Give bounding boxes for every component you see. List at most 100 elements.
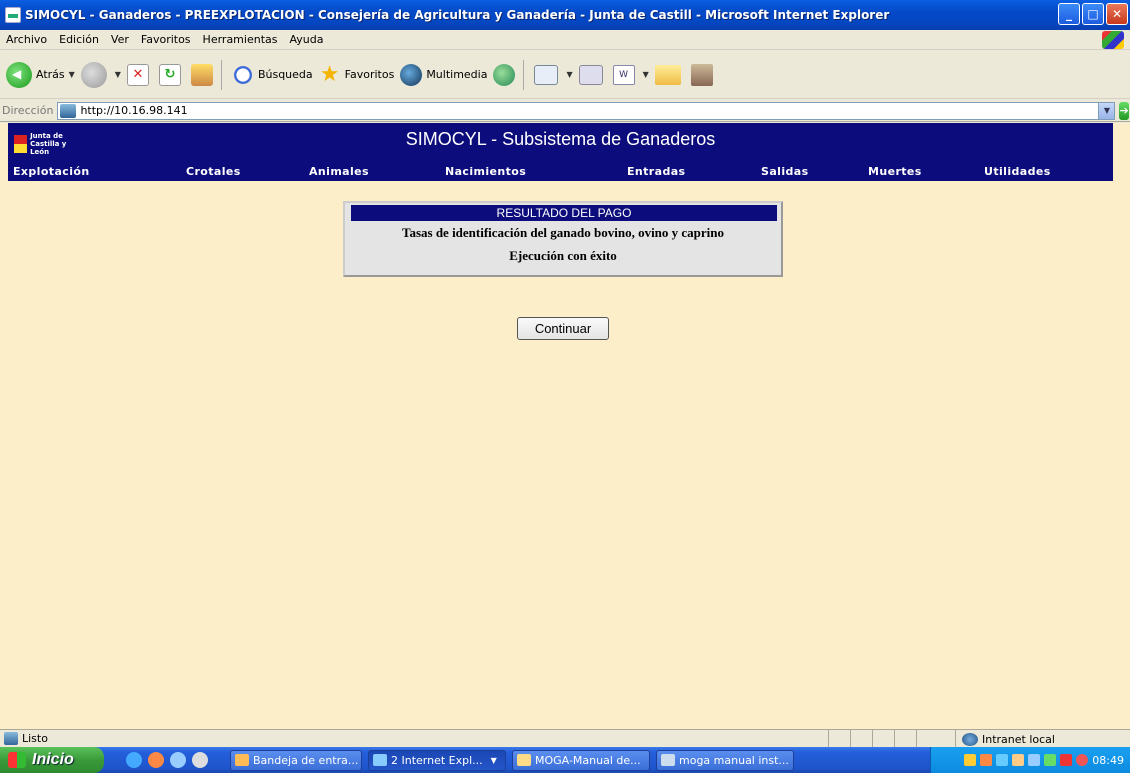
stop-button[interactable]: ✕ — [126, 63, 153, 86]
forward-button[interactable]: ▼ — [80, 61, 121, 88]
start-button[interactable]: Inicio — [0, 747, 104, 773]
history-button[interactable] — [493, 63, 519, 86]
app-title: SIMOCYL - Subsistema de Ganaderos — [405, 129, 716, 149]
page-content: Junta de Castilla y León SIMOCYL - Subsi… — [0, 123, 1130, 729]
task-moga-manual[interactable]: MOGA-Manual de... — [512, 749, 650, 771]
result-panel: RESULTADO DEL PAGO Tasas de identificaci… — [343, 201, 783, 277]
app-header: Junta de Castilla y León SIMOCYL - Subsi… — [8, 123, 1113, 181]
nav-entradas[interactable]: Entradas — [627, 165, 686, 178]
favorites-label: Favoritos — [344, 68, 395, 81]
security-tray-icon[interactable] — [1076, 754, 1089, 766]
chevron-down-icon[interactable]: ▼ — [1098, 102, 1115, 119]
favorites-button[interactable]: ★ Favoritos — [319, 62, 395, 88]
toolbar-separator — [220, 59, 222, 90]
mail-tray-icon[interactable] — [964, 754, 977, 766]
mail-button[interactable]: ▼ — [534, 64, 573, 85]
refresh-icon: ↻ — [158, 63, 181, 86]
continue-button[interactable]: Continuar — [517, 317, 609, 340]
monitor-tray-icon[interactable] — [1028, 754, 1041, 766]
media-quicklaunch-icon[interactable] — [192, 752, 208, 768]
status-bar: Listo Intranet local — [0, 729, 1130, 748]
folder-icon — [654, 64, 681, 85]
document-icon — [661, 754, 675, 766]
address-url: http://10.16.98.141 — [80, 104, 188, 117]
clock-tray-icon[interactable] — [980, 754, 993, 766]
printer-icon — [578, 64, 603, 85]
status-cell — [850, 730, 872, 748]
toolbar: Atrás ▼ ▼ ✕ ↻ Búsqueda ★ Favoritos Multi… — [0, 51, 1130, 99]
address-bar: Dirección http://10.16.98.141 ▼ ➔ Ir — [0, 100, 1130, 122]
network-tray-icon[interactable] — [996, 754, 1009, 766]
task-label: MOGA-Manual de... — [535, 753, 641, 767]
security-zone: Intranet local — [955, 730, 1130, 748]
toolbar-separator — [523, 59, 525, 90]
home-button[interactable] — [190, 63, 217, 86]
result-heading: RESULTADO DEL PAGO — [351, 205, 777, 221]
back-label: Atrás — [36, 68, 65, 81]
menu-ver[interactable]: Ver — [105, 33, 135, 46]
nav-utilidades[interactable]: Utilidades — [984, 165, 1051, 178]
menu-archivo[interactable]: Archivo — [0, 33, 53, 46]
edit-button[interactable]: W ▼ — [612, 64, 649, 85]
taskbar: Inicio Bandeja de entra... 2 Internet Ex… — [0, 747, 1130, 773]
home-icon — [190, 63, 213, 86]
chevron-down-icon[interactable]: ▼ — [566, 70, 572, 79]
window-title: SIMOCYL - Ganaderos - PREEXPLOTACION - C… — [25, 8, 890, 22]
media-button[interactable]: Multimedia — [400, 63, 487, 86]
address-input[interactable]: http://10.16.98.141 ▼ — [57, 101, 1116, 120]
status-cell — [916, 730, 938, 748]
chevron-down-icon: ▼ — [490, 755, 497, 765]
refresh-button[interactable]: ↻ — [158, 63, 185, 86]
update-tray-icon[interactable] — [1044, 754, 1057, 766]
task-internet-explorer[interactable]: 2 Internet Expl... ▼ — [368, 749, 506, 771]
windows-flag-icon — [8, 752, 26, 768]
menu-favoritos[interactable]: Favoritos — [135, 33, 197, 46]
chevron-down-icon[interactable]: ▼ — [643, 70, 649, 79]
ie-icon — [5, 7, 21, 23]
result-status: Ejecución con éxito — [509, 248, 617, 263]
nav-crotales[interactable]: Crotales — [186, 165, 241, 178]
folder-icon — [517, 754, 531, 766]
zone-label: Intranet local — [982, 732, 1055, 746]
nav-animales[interactable]: Animales — [309, 165, 369, 178]
status-cell — [872, 730, 894, 748]
ie-icon — [373, 754, 387, 766]
tools-button[interactable] — [690, 63, 717, 86]
chevron-down-icon[interactable]: ▼ — [115, 70, 121, 79]
history-icon — [493, 63, 516, 86]
ie-quicklaunch-icon[interactable] — [126, 752, 142, 768]
antivirus-tray-icon[interactable] — [1060, 754, 1073, 766]
stop-icon: ✕ — [126, 63, 149, 86]
start-label: Inicio — [32, 751, 74, 768]
quick-launch — [126, 752, 208, 768]
minimize-button[interactable]: _ — [1058, 3, 1080, 25]
sound-tray-icon[interactable] — [1012, 754, 1025, 766]
search-button[interactable]: Búsqueda — [231, 63, 313, 86]
folder-button[interactable] — [654, 64, 685, 85]
menu-edicion[interactable]: Edición — [53, 33, 105, 46]
nav-nacimientos[interactable]: Nacimientos — [445, 165, 526, 178]
research-icon — [690, 63, 713, 86]
task-bandeja[interactable]: Bandeja de entra... — [230, 749, 362, 771]
nav-muertes[interactable]: Muertes — [868, 165, 922, 178]
system-tray: 08:49 — [930, 747, 1130, 773]
title-bar: SIMOCYL - Ganaderos - PREEXPLOTACION - C… — [0, 0, 1130, 30]
desktop-quicklaunch-icon[interactable] — [170, 752, 186, 768]
menu-ayuda[interactable]: Ayuda — [283, 33, 329, 46]
outlook-quicklaunch-icon[interactable] — [148, 752, 164, 768]
go-arrow-icon[interactable]: ➔ — [1119, 101, 1129, 120]
close-button[interactable]: ✕ — [1106, 3, 1128, 25]
print-button[interactable] — [578, 64, 607, 85]
page-icon — [60, 103, 77, 118]
task-moga-manual-inst[interactable]: moga manual inst... — [656, 749, 794, 771]
star-icon: ★ — [319, 62, 340, 87]
nav-explotacion[interactable]: Explotación — [13, 165, 90, 178]
window-controls: _ □ ✕ — [1058, 3, 1128, 25]
clock[interactable]: 08:49 — [1092, 754, 1124, 767]
nav-salidas[interactable]: Salidas — [761, 165, 809, 178]
menu-herramientas[interactable]: Herramientas — [197, 33, 284, 46]
maximize-button[interactable]: □ — [1082, 3, 1104, 25]
chevron-down-icon[interactable]: ▼ — [69, 70, 75, 79]
search-icon — [231, 63, 254, 86]
back-button[interactable]: Atrás ▼ — [6, 61, 75, 88]
